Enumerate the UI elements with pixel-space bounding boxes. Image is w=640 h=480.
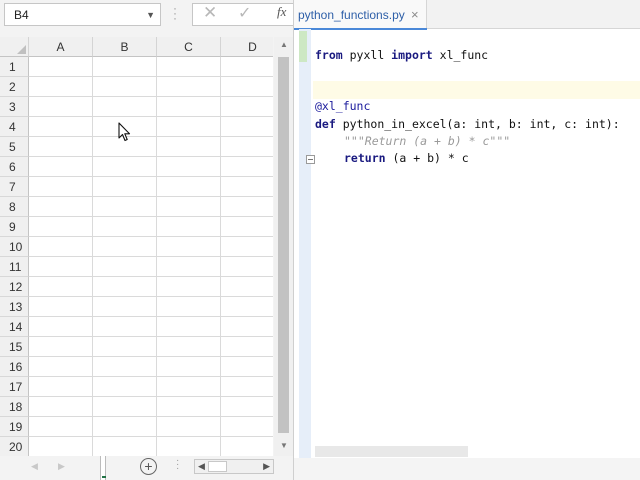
- row-gridline: [29, 416, 273, 417]
- row-header-4[interactable]: 4: [0, 117, 29, 137]
- row-header-2[interactable]: 2: [0, 77, 29, 97]
- row-gridline: [29, 296, 273, 297]
- scroll-up-icon[interactable]: ▲: [280, 40, 288, 49]
- row-header-16[interactable]: 16: [0, 357, 29, 377]
- row-gridline: [29, 96, 273, 97]
- column-header-a[interactable]: A: [29, 37, 93, 57]
- tab-python-functions[interactable]: python_functions.py ×: [294, 0, 427, 30]
- scroll-right-icon[interactable]: ▶: [263, 461, 270, 472]
- close-icon[interactable]: ×: [411, 7, 419, 22]
- horizontal-scrollbar[interactable]: ◀ ▶: [194, 459, 274, 474]
- drag-handle-icon[interactable]: · · ·: [176, 456, 179, 474]
- row-gridline: [29, 396, 273, 397]
- row-gridline: [29, 156, 273, 157]
- name-box-value: B4: [14, 8, 29, 22]
- select-all-button[interactable]: [0, 37, 29, 57]
- row-gridline: [29, 136, 273, 137]
- scroll-thumb[interactable]: [278, 57, 289, 433]
- editor-gutter: [299, 29, 311, 460]
- row-header-17[interactable]: 17: [0, 377, 29, 397]
- current-line-highlight: [313, 81, 640, 99]
- row-header-11[interactable]: 11: [0, 257, 29, 277]
- spreadsheet-grid[interactable]: ABCD 1 2 3 4 5 6 7 8 9 10 11 12 13 14 15 16 17 18 19 20: [0, 37, 273, 456]
- row-header-5[interactable]: 5: [0, 137, 29, 157]
- vertical-scrollbar[interactable]: ▲ ▼: [274, 37, 293, 456]
- mouse-cursor-icon: [118, 122, 131, 142]
- row-gridline: [29, 436, 273, 437]
- code-line-def[interactable]: def python_in_excel(a: int, b: int, c: i…: [315, 117, 620, 131]
- sheet-tab[interactable]: [100, 456, 106, 480]
- row-gridline: [29, 336, 273, 337]
- drag-handle-icon[interactable]: · · ·: [172, 2, 178, 24]
- column-gridline: [220, 57, 221, 456]
- chevron-down-icon[interactable]: ▼: [146, 10, 155, 20]
- x-icon[interactable]: ✕: [203, 3, 217, 23]
- sheet-tab-bar: ◀ ▶ + · · · ◀ ▶: [0, 456, 293, 480]
- row-header-18[interactable]: 18: [0, 397, 29, 417]
- code-line-decorator[interactable]: @xl_func: [315, 99, 370, 113]
- row-header-10[interactable]: 10: [0, 237, 29, 257]
- code-line-return[interactable]: return (a + b) * c: [344, 151, 469, 165]
- row-header-19[interactable]: 19: [0, 417, 29, 437]
- next-sheet-icon[interactable]: ▶: [58, 461, 65, 472]
- previous-sheet-icon[interactable]: ◀: [31, 461, 38, 472]
- column-header-c[interactable]: C: [157, 37, 221, 57]
- column-header-d[interactable]: D: [221, 37, 273, 57]
- row-gridline: [29, 356, 273, 357]
- screen: B4 ▼ · · · ✕ ✓ fx ABCD 1 2 3 4 5 6 7 8 9 10 11 12 13 14…: [0, 0, 640, 480]
- check-icon[interactable]: ✓: [238, 3, 251, 23]
- code-line-docstring[interactable]: """Return (a + b) * c""": [344, 134, 510, 148]
- column-gridline: [156, 57, 157, 456]
- row-gridline: [29, 76, 273, 77]
- column-gridline: [92, 57, 93, 456]
- row-gridline: [29, 276, 273, 277]
- column-header-b[interactable]: B: [93, 37, 157, 57]
- row-gridline: [29, 176, 273, 177]
- row-gridline: [29, 316, 273, 317]
- row-gridline: [29, 196, 273, 197]
- editor-tab-strip: python_functions.py ×: [294, 0, 640, 30]
- code-line-1[interactable]: from pyxll import xl_func: [315, 48, 488, 62]
- row-gridline: [29, 216, 273, 217]
- row-header-9[interactable]: 9: [0, 217, 29, 237]
- name-box[interactable]: B4 ▼: [4, 3, 161, 26]
- plus-circle-icon[interactable]: +: [140, 458, 157, 475]
- change-marker: [299, 31, 307, 62]
- row-header-1[interactable]: 1: [0, 57, 29, 77]
- row-header-20[interactable]: 20: [0, 437, 29, 456]
- row-gridline: [29, 256, 273, 257]
- insert-function-button[interactable]: fx: [277, 4, 286, 20]
- row-header-8[interactable]: 8: [0, 197, 29, 217]
- row-header-14[interactable]: 14: [0, 317, 29, 337]
- row-gridline: [29, 236, 273, 237]
- row-header-3[interactable]: 3: [0, 97, 29, 117]
- row-gridline: [29, 116, 273, 117]
- code-editor: python_functions.py × from pyxll import …: [293, 0, 640, 480]
- scroll-left-icon[interactable]: ◀: [198, 461, 205, 472]
- row-header-12[interactable]: 12: [0, 277, 29, 297]
- row-gridline: [29, 376, 273, 377]
- tab-label: python_functions.py: [298, 8, 405, 22]
- excel-window: B4 ▼ · · · ✕ ✓ fx ABCD 1 2 3 4 5 6 7 8 9 10 11 12 13 14…: [0, 0, 296, 480]
- scroll-down-icon[interactable]: ▼: [280, 441, 288, 450]
- scroll-thumb[interactable]: [208, 461, 227, 472]
- fold-icon[interactable]: [306, 155, 315, 164]
- row-header-6[interactable]: 6: [0, 157, 29, 177]
- row-header-15[interactable]: 15: [0, 337, 29, 357]
- row-header-13[interactable]: 13: [0, 297, 29, 317]
- editor-status-bar: [294, 458, 640, 480]
- row-header-7[interactable]: 7: [0, 177, 29, 197]
- editor-horizontal-scrollbar[interactable]: [315, 446, 468, 457]
